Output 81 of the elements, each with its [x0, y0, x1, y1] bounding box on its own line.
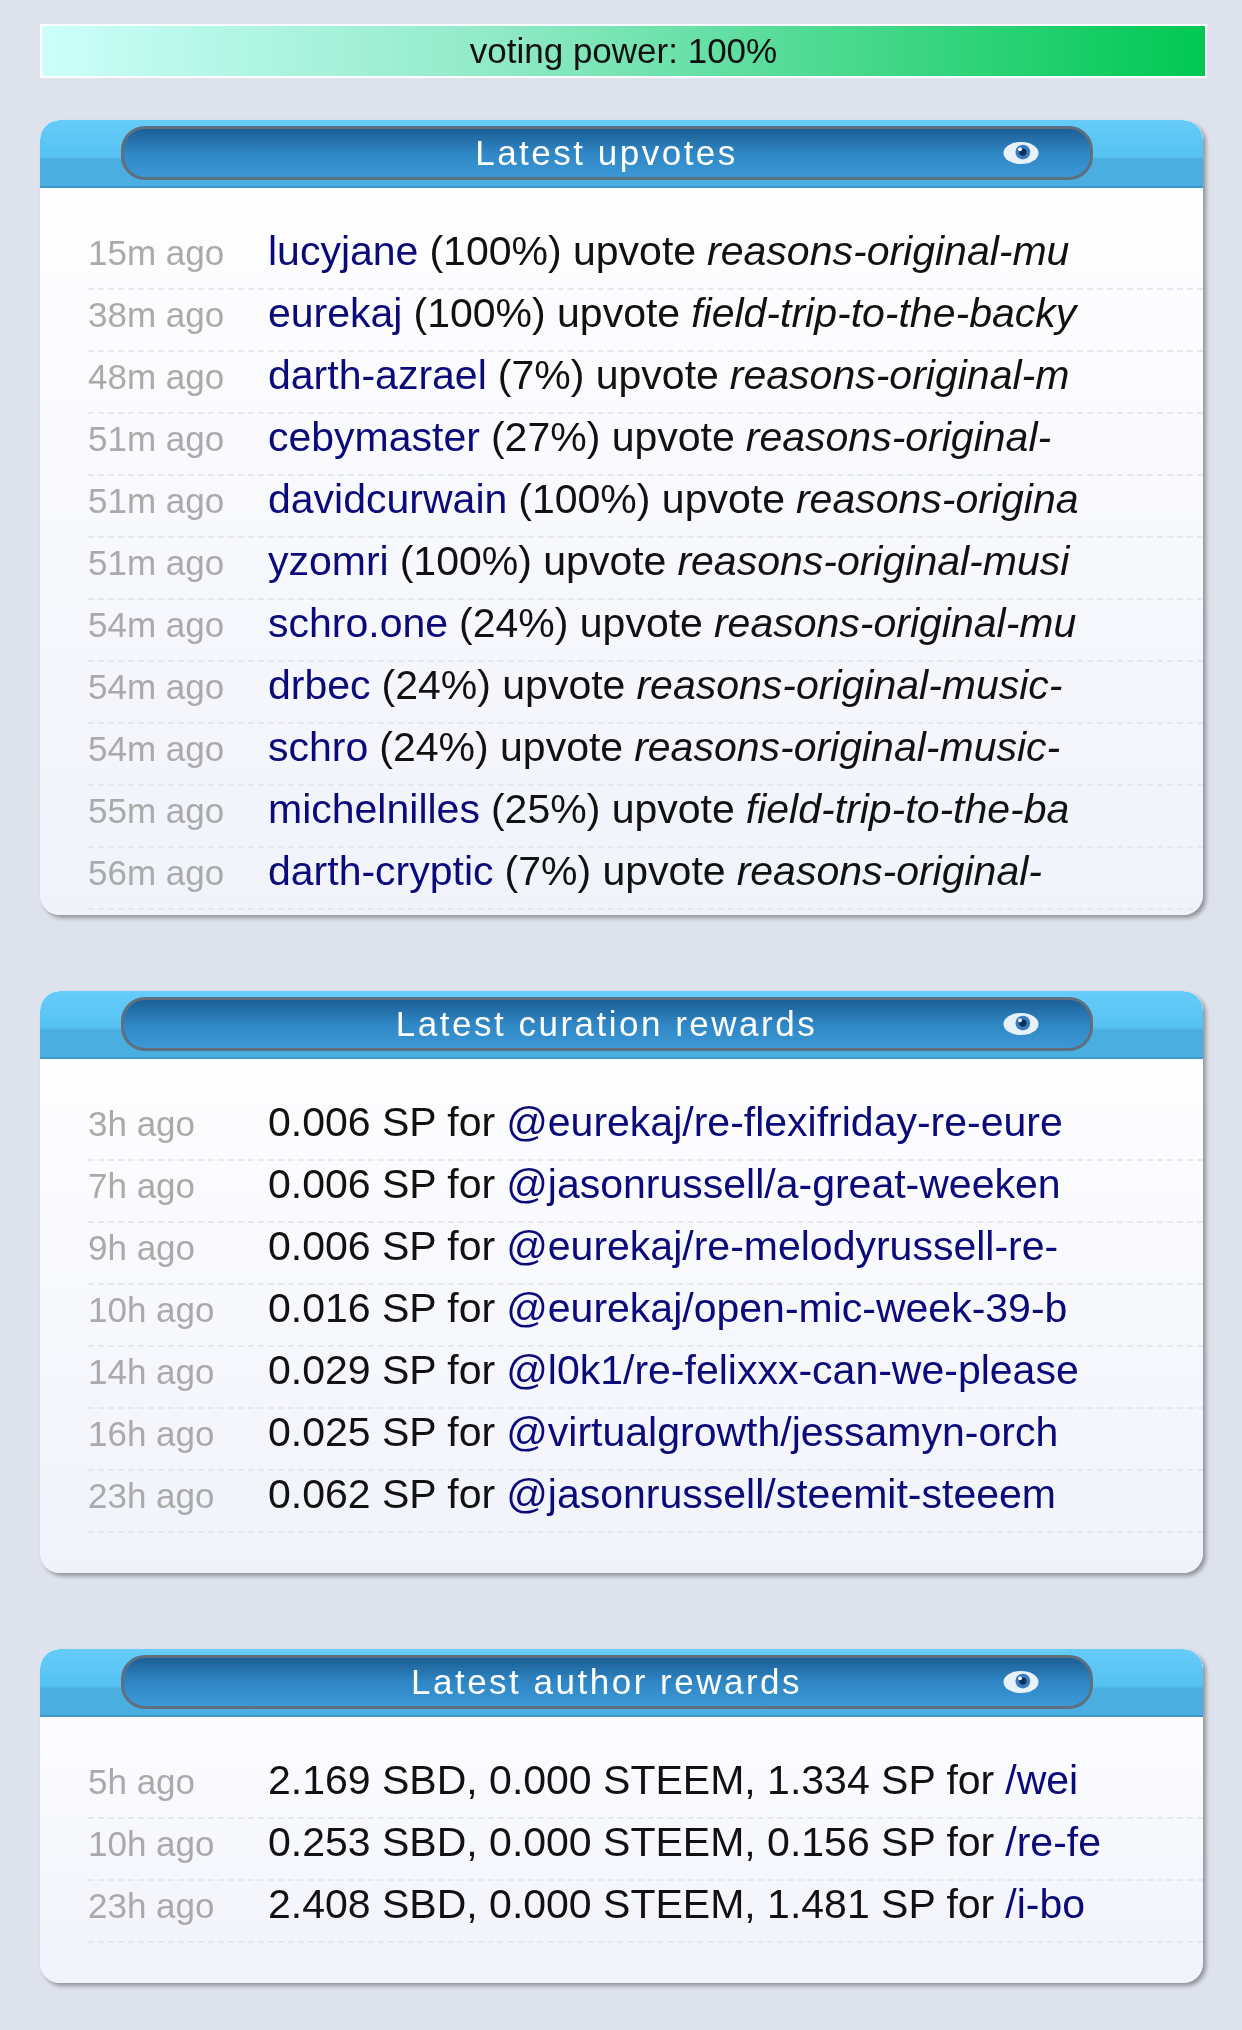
- voter-link[interactable]: schro.one: [268, 600, 449, 647]
- reward-amount: 0.006 SP for: [268, 1099, 496, 1146]
- post-link[interactable]: @eurekaj/re-melodyrussell-re-: [506, 1223, 1059, 1270]
- eye-icon[interactable]: [1001, 141, 1040, 165]
- voter-link[interactable]: yzomri: [268, 538, 389, 585]
- voting-power-label: voting power: 100%: [469, 31, 778, 71]
- vote-detail: (24%) upvote: [381, 662, 626, 709]
- post-link[interactable]: reasons-original-musi: [677, 538, 1070, 585]
- voter-link[interactable]: eurekaj: [268, 290, 403, 337]
- time-ago: 10h ago: [88, 1290, 216, 1330]
- vote-detail: (100%) upvote: [518, 476, 785, 523]
- post-link[interactable]: field-trip-to-the-backy: [691, 290, 1077, 337]
- voter-link[interactable]: lucyjane: [268, 228, 419, 275]
- post-link[interactable]: reasons-original-m: [729, 352, 1070, 399]
- time-ago: 3h ago: [88, 1104, 197, 1144]
- time-ago: 7h ago: [88, 1166, 197, 1206]
- post-link[interactable]: @l0k1/re-felixxx-can-we-please: [506, 1347, 1079, 1394]
- post-link[interactable]: reasons-original-music-: [636, 662, 1063, 709]
- time-ago: 55m ago: [88, 791, 226, 831]
- time-ago: 14h ago: [88, 1352, 216, 1392]
- time-ago: 48m ago: [88, 357, 226, 397]
- voter-link[interactable]: darth-azrael: [268, 352, 487, 399]
- reward-amount: 2.169 SBD, 0.000 STEEM, 1.334 SP for: [268, 1757, 995, 1804]
- voter-link[interactable]: darth-cryptic: [268, 848, 494, 895]
- reward-amount: 0.253 SBD, 0.000 STEEM, 0.156 SP for: [268, 1819, 995, 1866]
- time-ago: 51m ago: [88, 419, 226, 459]
- eye-icon[interactable]: [1001, 1012, 1040, 1036]
- vote-detail: (27%) upvote: [490, 414, 735, 461]
- panel-title: Latest curation rewards: [395, 1004, 818, 1044]
- post-link[interactable]: reasons-origina: [795, 476, 1079, 523]
- post-link[interactable]: /re-fe: [1005, 1819, 1101, 1866]
- time-ago: 10h ago: [88, 1824, 216, 1864]
- time-ago: 54m ago: [88, 605, 226, 645]
- voter-link[interactable]: schro: [268, 724, 369, 771]
- reward-amount: 2.408 SBD, 0.000 STEEM, 1.481 SP for: [268, 1881, 995, 1928]
- time-ago: 9h ago: [88, 1228, 197, 1268]
- time-ago: 38m ago: [88, 295, 226, 335]
- post-link[interactable]: /wei: [1005, 1757, 1079, 1804]
- time-ago: 23h ago: [88, 1886, 216, 1926]
- time-ago: 51m ago: [88, 543, 226, 583]
- reward-amount: 0.016 SP for: [268, 1285, 496, 1332]
- reward-amount: 0.029 SP for: [268, 1347, 496, 1394]
- time-ago: 5h ago: [88, 1762, 197, 1802]
- post-link[interactable]: @eurekaj/open-mic-week-39-b: [506, 1285, 1068, 1332]
- eye-icon[interactable]: [1001, 1670, 1040, 1694]
- post-link[interactable]: reasons-original-: [745, 414, 1052, 461]
- time-ago: 54m ago: [88, 667, 226, 707]
- time-ago: 56m ago: [88, 853, 226, 893]
- post-link[interactable]: @jasonrussell/steemit-steeem: [506, 1471, 1056, 1518]
- vote-detail: (24%) upvote: [379, 724, 624, 771]
- panel-title: Latest upvotes: [475, 133, 738, 173]
- time-ago: 54m ago: [88, 729, 226, 769]
- vote-detail: (7%) upvote: [504, 848, 726, 895]
- post-link[interactable]: reasons-original-mu: [713, 600, 1077, 647]
- vote-detail: (24%) upvote: [459, 600, 703, 647]
- time-ago: 51m ago: [88, 481, 226, 521]
- post-link[interactable]: reasons-original-: [736, 848, 1042, 895]
- panel-title: Latest author rewards: [411, 1662, 802, 1702]
- vote-detail: (100%) upvote: [429, 228, 697, 275]
- vote-detail: (100%) upvote: [399, 538, 667, 585]
- reward-amount: 0.025 SP for: [268, 1409, 496, 1456]
- post-link[interactable]: /i-bo: [1005, 1881, 1086, 1928]
- post-link[interactable]: @eurekaj/re-flexifriday-re-eure: [506, 1099, 1063, 1146]
- post-link[interactable]: @jasonrussell/a-great-weeken: [506, 1161, 1061, 1208]
- reward-amount: 0.006 SP for: [268, 1161, 496, 1208]
- time-ago: 15m ago: [88, 233, 226, 273]
- voter-link[interactable]: drbec: [268, 662, 371, 709]
- post-link[interactable]: reasons-original-mu: [707, 228, 1070, 275]
- voter-link[interactable]: michelnilles: [268, 786, 480, 833]
- time-ago: 16h ago: [88, 1414, 216, 1454]
- time-ago: 23h ago: [88, 1476, 216, 1516]
- post-link[interactable]: @virtualgrowth/jessamyn-orch: [506, 1409, 1059, 1456]
- voter-link[interactable]: cebymaster: [268, 414, 480, 461]
- vote-detail: (100%) upvote: [413, 290, 681, 337]
- vote-detail: (7%) upvote: [497, 352, 719, 399]
- reward-amount: 0.006 SP for: [268, 1223, 496, 1270]
- reward-amount: 0.062 SP for: [268, 1471, 496, 1518]
- voter-link[interactable]: davidcurwain: [268, 476, 508, 523]
- vote-detail: (25%) upvote: [490, 786, 735, 833]
- post-link[interactable]: field-trip-to-the-ba: [745, 786, 1070, 833]
- post-link[interactable]: reasons-original-music-: [634, 724, 1061, 771]
